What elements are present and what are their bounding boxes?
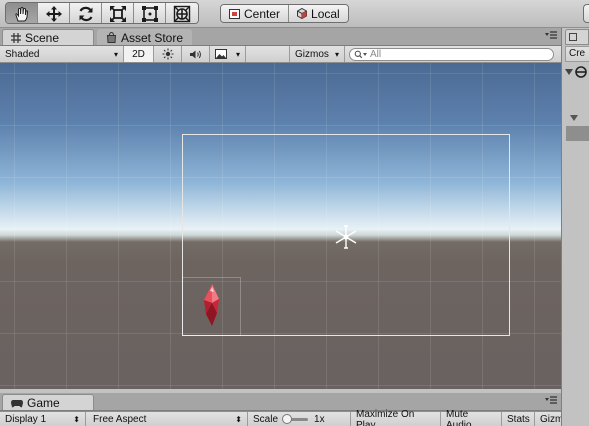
scene-lighting-toggle[interactable] [154, 46, 182, 62]
move-tool-icon [45, 6, 62, 22]
unity-scene-icon [575, 65, 587, 78]
tab-scene-label: Scene [25, 30, 60, 45]
updown-arrows-icon: ⬍ [73, 415, 80, 424]
panel-menu-icon[interactable] [545, 31, 557, 41]
shading-mode-dropdown[interactable]: Shaded ▾ [0, 46, 124, 62]
speaker-icon [190, 50, 201, 58]
toggle-2d-label: 2D [132, 48, 145, 60]
transform-tool-icon [173, 5, 191, 23]
red-crystal-sprite[interactable] [202, 283, 222, 327]
scale-slider[interactable] [282, 414, 309, 424]
stats-label: Stats [507, 414, 530, 425]
pivot-mode-label: Center [244, 6, 281, 21]
scale-tool-icon [109, 6, 126, 22]
move-tool-button[interactable] [38, 3, 70, 23]
directional-light-icon[interactable] [333, 224, 359, 250]
shading-mode-label: Shaded [5, 48, 40, 60]
game-gizmos-label: Gizm [540, 414, 561, 425]
game-view-controls: Display 1 ⬍ Free Aspect ⬍ Scale 1x Maxim… [0, 408, 561, 426]
rect-tool-button[interactable] [134, 3, 166, 23]
scale-control: Scale 1x [248, 412, 351, 426]
main-toolbar: Center Local [0, 0, 589, 28]
search-placeholder: All [370, 49, 382, 60]
play-button-partial[interactable] [583, 4, 589, 23]
mute-audio-label: Mute Audio [446, 408, 472, 426]
maximize-on-play-label: Maximize On Play [356, 408, 415, 426]
aspect-label: Free Aspect [93, 414, 147, 425]
tab-asset-store[interactable]: Asset Store [97, 29, 193, 45]
display-label: Display 1 [5, 414, 47, 425]
rect-tool-icon [141, 6, 158, 22]
tab-scene[interactable]: Scene [2, 29, 94, 45]
mute-audio-toggle[interactable]: Mute Audio [441, 408, 502, 426]
chevron-down-icon: ▾ [235, 49, 240, 59]
scale-slider-thumb[interactable] [282, 414, 293, 424]
display-dropdown[interactable]: Display 1 ⬍ [0, 412, 86, 426]
scale-value: 1x [314, 414, 325, 425]
gizmos-dropdown[interactable]: Gizmos ▾ [289, 46, 345, 62]
scene-root-row[interactable] [565, 64, 589, 79]
tab-asset-store-label: Asset Store [121, 30, 184, 45]
local-cube-icon [297, 8, 308, 19]
scene-effects-dropdown[interactable]: ▾ [210, 46, 246, 62]
stats-toggle[interactable]: Stats [502, 412, 535, 426]
hand-tool-button[interactable] [6, 3, 38, 23]
create-label: Cre [569, 48, 586, 59]
tab-game-label: Game [27, 395, 60, 410]
tab-hierarchy[interactable] [565, 29, 589, 45]
updown-arrows-icon: ⬍ [235, 415, 242, 424]
scene-search-input[interactable]: All [349, 48, 554, 61]
toggle-2d-button[interactable]: 2D [124, 46, 154, 62]
hand-tool-icon [14, 7, 28, 22]
aspect-dropdown[interactable]: Free Aspect ⬍ [88, 412, 248, 426]
pivot-rotation-label: Local [311, 6, 340, 21]
pivot-rotation-button[interactable]: Local [288, 5, 348, 22]
game-gizmos-toggle[interactable]: Gizm [535, 412, 561, 426]
tab-game[interactable]: Game [2, 394, 94, 410]
transform-tool-button[interactable] [166, 3, 198, 23]
scene-grid-icon [11, 32, 21, 43]
image-effects-icon [215, 49, 227, 59]
gizmos-label: Gizmos [295, 48, 329, 60]
rotate-tool-button[interactable] [70, 3, 102, 23]
selected-hierarchy-row[interactable] [566, 126, 589, 141]
chevron-down-icon: ▾ [334, 49, 339, 59]
scale-label: Scale [253, 414, 279, 425]
expand-triangle-icon[interactable] [570, 115, 578, 121]
chevron-down-icon: ▾ [113, 49, 118, 59]
search-icon [354, 50, 367, 59]
scene-tab-strip: Scene Asset Store [0, 28, 561, 46]
rotate-tool-icon [79, 6, 92, 22]
pivot-controls: Center Local [220, 4, 349, 23]
shopping-bag-icon [106, 32, 117, 43]
scene-viewport[interactable] [0, 63, 561, 389]
game-controller-icon [11, 399, 23, 407]
scale-tool-button[interactable] [102, 3, 134, 23]
pivot-mode-button[interactable]: Center [221, 5, 289, 22]
scene-view-controls: Shaded ▾ 2D ▾ Gizmos ▾ All [0, 46, 561, 63]
transform-tools [5, 2, 199, 24]
maximize-on-play-toggle[interactable]: Maximize On Play [351, 408, 441, 426]
hierarchy-panel: Cre [561, 28, 589, 426]
scene-audio-toggle[interactable] [182, 46, 210, 62]
create-dropdown[interactable]: Cre [565, 46, 589, 62]
pivot-center-icon [229, 8, 240, 19]
expand-triangle-icon [565, 68, 573, 75]
list-icon [569, 33, 577, 41]
sun-icon [162, 48, 173, 60]
panel-menu-icon[interactable] [545, 396, 557, 406]
